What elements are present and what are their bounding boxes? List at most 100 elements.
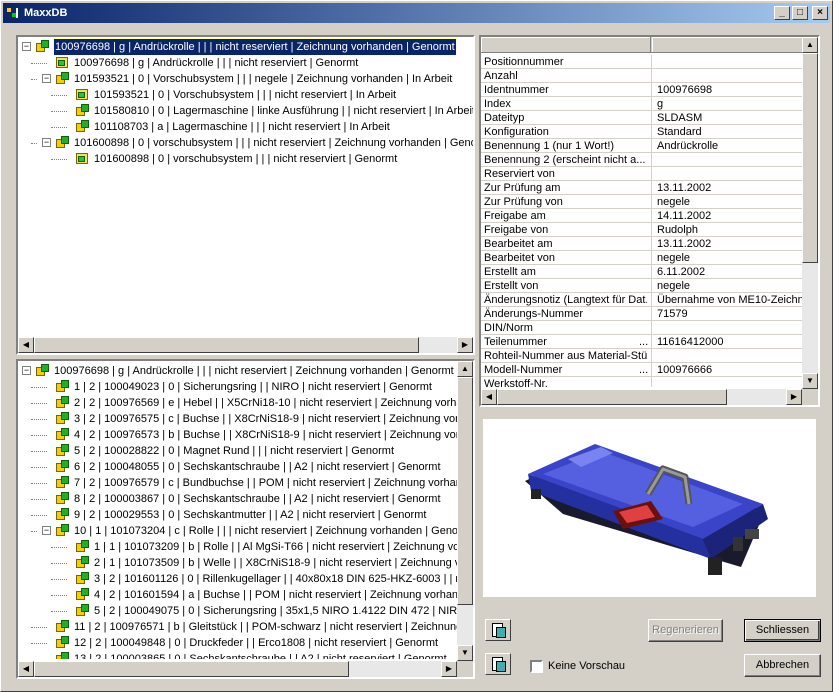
scroll-down-button[interactable]: ▼ — [457, 645, 473, 661]
property-value[interactable]: Andrückrolle — [657, 139, 802, 153]
property-row[interactable]: Zur Prüfung am 13.11.2002 — [481, 181, 802, 195]
property-row[interactable]: Änderungsnotiz (Langtext für Dat... Übern… — [481, 293, 802, 307]
tree-node[interactable]: 1 | 2 | 100049023 | 0 | Sicherungsring |… — [18, 379, 457, 395]
tree-node[interactable]: 3 | 2 | 100976575 | c | Buchse | | X8CrN… — [18, 411, 457, 427]
grid-vscrollbar[interactable]: ▲ ▼ — [802, 37, 818, 389]
property-row[interactable]: Identnummer 100976698 — [481, 83, 802, 97]
tree-node[interactable]: 101600898 | 0 | vorschubsystem | | | nic… — [18, 151, 473, 167]
scroll-right-button[interactable]: ▶ — [786, 389, 802, 405]
tree-node[interactable]: 9 | 2 | 100029553 | 0 | Sechskantmutter … — [18, 507, 457, 523]
property-row[interactable]: Erstellt am 6.11.2002 — [481, 265, 802, 279]
tree-node[interactable]: 101108703 | a | Lagermaschine | | | nich… — [18, 119, 473, 135]
tree-node[interactable]: 12 | 2 | 100049848 | 0 | Druckfeder | | … — [18, 635, 457, 651]
tree-collapse-icon[interactable]: − — [22, 42, 31, 51]
tree-node[interactable]: 1 | 1 | 101073209 | b | Rolle | | Al MgS… — [18, 539, 457, 555]
grid-header-key[interactable] — [481, 37, 651, 52]
property-value[interactable]: 6.11.2002 — [657, 265, 802, 279]
tree-node[interactable]: − 100976698 | g | Andrückrolle | | | nich… — [18, 38, 473, 56]
vscroll-thumb[interactable] — [457, 377, 473, 605]
tree-node[interactable]: 11 | 2 | 100976571 | b | Gleitstück | | … — [18, 619, 457, 635]
scroll-up-button[interactable]: ▲ — [457, 361, 473, 377]
close-button[interactable]: Schliessen — [744, 619, 821, 642]
tree-node[interactable]: 2 | 2 | 100976569 | e | Hebel | | X5CrNi… — [18, 395, 457, 411]
vscroll-thumb[interactable] — [802, 53, 818, 263]
scroll-up-button[interactable]: ▲ — [802, 37, 818, 53]
minimize-button[interactable]: _ — [774, 6, 790, 20]
property-value[interactable]: g — [657, 97, 802, 111]
grid-hscrollbar[interactable]: ◀ ▶ — [481, 389, 802, 405]
tree-node[interactable]: 5 | 2 | 100049075 | 0 | Sicherungsring |… — [18, 603, 457, 619]
tree-node[interactable]: 101580810 | 0 | Lagermaschine | linke Au… — [18, 103, 473, 119]
tree-node[interactable]: 13 | 2 | 100003865 | 0 | Sechskantschrau… — [18, 651, 457, 659]
property-row[interactable]: Freigabe am 14.11.2002 — [481, 209, 802, 223]
property-row[interactable]: Bearbeitet von negele — [481, 251, 802, 265]
hscroll-thumb[interactable] — [497, 389, 727, 405]
tree-node[interactable]: − 101600898 | 0 | vorschubsystem | | | ni… — [18, 135, 473, 151]
scroll-left-button[interactable]: ◀ — [481, 389, 497, 405]
property-row[interactable]: Freigabe von Rudolph — [481, 223, 802, 237]
scroll-down-button[interactable]: ▼ — [802, 373, 818, 389]
open-drawing-button[interactable] — [485, 653, 511, 675]
title-bar[interactable]: MaxxDB _ □ × — [3, 3, 830, 23]
grid-header-value[interactable] — [652, 37, 802, 52]
property-value[interactable]: 100976666 — [657, 363, 802, 377]
bom-tree-bottom[interactable]: − 100976698 | g | Andrückrolle | | | nich… — [16, 359, 475, 679]
property-row[interactable]: Benennung 2 (erscheint nicht a... — [481, 153, 802, 167]
scroll-right-button[interactable]: ▶ — [457, 337, 473, 353]
property-value[interactable]: 13.11.2002 — [657, 181, 802, 195]
property-value[interactable]: 13.11.2002 — [657, 237, 802, 251]
no-preview-checkbox[interactable] — [530, 660, 543, 673]
tree-collapse-icon[interactable]: − — [22, 366, 31, 375]
scroll-left-button[interactable]: ◀ — [18, 661, 34, 677]
property-value[interactable]: 14.11.2002 — [657, 209, 802, 223]
tree-node[interactable]: 3 | 2 | 101601126 | 0 | Rillenkugellager… — [18, 571, 457, 587]
hscroll-thumb[interactable] — [34, 661, 349, 677]
tree-node[interactable]: 100976698 | g | Andrückrolle | | | nicht… — [18, 55, 473, 71]
property-row[interactable]: Benennung 1 (nur 1 Wort!) Andrückrolle — [481, 139, 802, 153]
tree-node[interactable]: − 10 | 1 | 101073204 | c | Rolle | | | ni… — [18, 523, 457, 539]
top-tree-hscrollbar[interactable]: ◀ ▶ — [18, 337, 473, 353]
cancel-button[interactable]: Abbrechen — [744, 654, 821, 677]
property-row[interactable]: Teilenummer... 11616412000 — [481, 335, 802, 349]
property-value[interactable]: Standard — [657, 125, 802, 139]
tree-node[interactable]: 4 | 2 | 100976573 | b | Buchse | | X8CrN… — [18, 427, 457, 443]
maximize-button[interactable]: □ — [792, 6, 808, 20]
property-row[interactable]: Reserviert von — [481, 167, 802, 181]
bottom-tree-hscrollbar[interactable]: ◀ ▶ — [18, 661, 457, 677]
bottom-tree-vscrollbar[interactable]: ▲ ▼ — [457, 361, 473, 661]
property-value[interactable]: 100976698 — [657, 83, 802, 97]
property-value[interactable]: negele — [657, 195, 802, 209]
scroll-right-button[interactable]: ▶ — [441, 661, 457, 677]
property-value[interactable]: 11616412000 — [657, 335, 802, 349]
tree-node[interactable]: 5 | 2 | 100028822 | 0 | Magnet Rund | | … — [18, 443, 457, 459]
ellipsis-button[interactable]: ... — [639, 335, 648, 349]
property-row[interactable]: Dateityp SLDASM — [481, 111, 802, 125]
property-row[interactable]: Konfiguration Standard — [481, 125, 802, 139]
tree-node[interactable]: 4 | 2 | 101601594 | a | Buchse | | POM |… — [18, 587, 457, 603]
property-row[interactable]: Anzahl — [481, 69, 802, 83]
tree-node[interactable]: 2 | 1 | 101073509 | b | Welle | | X8CrNi… — [18, 555, 457, 571]
property-row[interactable]: Positionnummer — [481, 55, 802, 69]
tree-collapse-icon[interactable]: − — [42, 138, 51, 147]
property-row[interactable]: Werkstoff-Nr. — [481, 377, 802, 387]
tree-node[interactable]: 8 | 2 | 100003867 | 0 | Sechskantschraub… — [18, 491, 457, 507]
tree-collapse-icon[interactable]: − — [42, 74, 51, 83]
property-value[interactable]: Übernahme von ME10-Zeichnu — [657, 293, 802, 307]
ellipsis-button[interactable]: ... — [639, 363, 648, 377]
scroll-left-button[interactable]: ◀ — [18, 337, 34, 353]
property-row[interactable]: Änderungs-Nummer 71579 — [481, 307, 802, 321]
regenerate-button[interactable]: Regenerieren — [648, 619, 723, 642]
property-row[interactable]: Zur Prüfung von negele — [481, 195, 802, 209]
property-value[interactable]: 71579 — [657, 307, 802, 321]
tree-collapse-icon[interactable]: − — [42, 526, 51, 535]
open-document-button[interactable] — [485, 619, 511, 641]
property-row[interactable]: DIN/Norm — [481, 321, 802, 335]
properties-grid[interactable]: Positionnummer Anzahl Identnummer 100976698… — [479, 35, 820, 407]
property-value[interactable]: negele — [657, 279, 802, 293]
tree-node[interactable]: − 100976698 | g | Andrückrolle | | | nich… — [18, 363, 457, 379]
property-value[interactable]: Rudolph — [657, 223, 802, 237]
tree-node[interactable]: 6 | 2 | 100048055 | 0 | Sechskantschraub… — [18, 459, 457, 475]
property-row[interactable]: Index g — [481, 97, 802, 111]
property-value[interactable]: SLDASM — [657, 111, 802, 125]
tree-node[interactable]: − 101593521 | 0 | Vorschubsystem | | | ne… — [18, 71, 473, 87]
